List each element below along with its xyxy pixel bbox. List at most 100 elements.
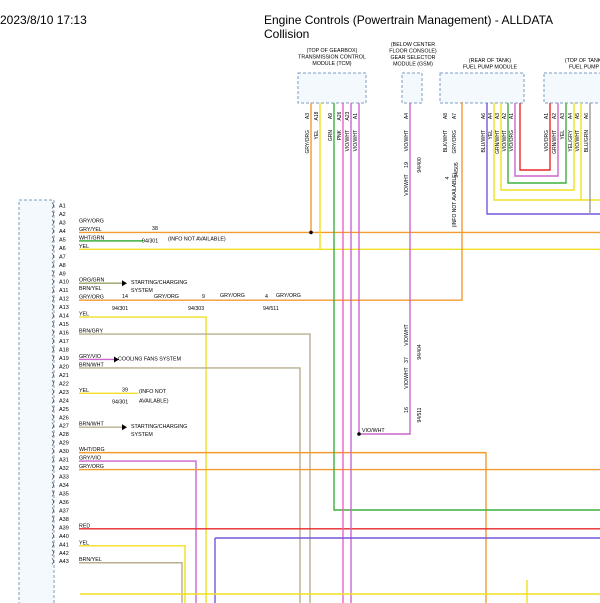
label-a12-mid: GRY/ORG [154,294,179,300]
gsm-module-box [401,72,423,104]
wiring-diagram: (TOP OF GEARBOX)TRANSMISSION CONTROLMODU… [18,42,600,603]
ref-a12-n3: 4 [265,294,268,300]
wire-label-a30: WHT/ORG [79,447,105,453]
fpm-pin: A4 [488,113,494,119]
fpm-pin: A6 [481,113,487,119]
note-starting-a27: STARTING/CHARGING [131,424,187,430]
splice-dot [357,432,361,436]
arrow-icon [122,424,127,431]
fpm2-pin: A1 [544,113,550,119]
module-label-line: FLOOR CONSOLE) [389,49,437,55]
wire-label-a4: GRY/YEL [79,227,102,233]
ref-a12-p3: 94/511 [263,306,279,312]
ref-gsm-top-num: 19 [404,162,410,168]
module-pin-labels: A3 GRY/ORG A18 YEL A9 GRN A26 PNK A23 VIO/WHT A1 VI… [305,111,590,154]
wire-gsm-a4 [359,103,411,435]
tcm-pin-color: VIO/WHT [353,130,359,151]
pin-label-a33: A33 [59,475,69,481]
ref-gsm-top-page: 94/400 [417,157,423,173]
tcm-pin: A26 [337,111,343,120]
fpm-pin-color: BLU/WHT [481,130,487,153]
tcm-pin-color: VIO/WHT [345,130,351,151]
wire-label-a16: BRN/GRY [79,329,104,335]
pin-label-a40: A40 [59,534,69,540]
fuel-pump-module-box [439,72,525,104]
pin-label-a17: A17 [59,339,69,345]
ref-fpm-num: 4 [445,176,451,179]
gsm-pin: A4 [404,113,410,119]
module-label-line: (TOP OF GEARBOX) [307,48,358,54]
pin-label-a35: A35 [59,491,69,497]
pin-label-a4: A4 [59,229,66,235]
pin-label-a3: A3 [59,220,66,226]
fuel-pump-top-label: (TOP OF TANK)FUEL PUMP [565,58,600,71]
tcm-pin-color: YEL [314,130,320,140]
fpm2-pin-color: VIO/WHT [575,130,581,151]
note-a5: (INFO NOT AVAILABLE) [168,236,226,242]
note-info-vertical: (INFO NOT AVAILABLE) [452,172,458,227]
ref-gsm-bot-num: 16 [404,407,410,413]
label-vio-wht: VIO/WHT [362,428,385,434]
ref-gsm-mid-page: 94/404 [417,344,423,360]
pin-label-a34: A34 [59,483,69,489]
pin-label-a8: A8 [59,263,66,269]
fpm-pin: A1 [509,113,515,119]
pin-label-a30: A30 [59,449,69,455]
pin-label-a43: A43 [59,559,69,565]
fpm2-pin-color: VIO/ORG [544,130,550,152]
wire-label-a32: GRY/ORG [79,464,104,470]
fpm-pin: A7 [452,113,458,119]
fpm2-pin-color: BLU/GRN [584,130,590,153]
label-a12-right-2: GRY/ORG [276,293,301,299]
note-cooling: COOLING FANS SYSTEM [118,356,181,362]
wire-a31-gry-vio [79,460,197,603]
fpm2-pin: A3 [560,113,566,119]
pin-label-a25: A25 [59,407,69,413]
module-label-line: MODULE (TCM) [312,61,351,67]
fpm-pin-color: BLK/WHT [443,130,449,152]
tcm-pin: A3 [305,113,311,119]
wire-label-a43: BRN/YEL [79,557,102,563]
fpm-pin: A3 [495,113,501,119]
fpm-pin: A2 [502,113,508,119]
pin-label-a31: A31 [59,458,69,464]
pin-label-a32: A32 [59,466,69,472]
module-label-line: FUEL PUMP [569,65,600,71]
annotations: 38 94/301 (INFO NOT AVAILABLE) STARTING/CHA… [112,157,460,438]
pin-label-a14: A14 [59,314,69,320]
tcm-pin-color: GRN [328,130,334,142]
pin-label-a9: A9 [59,271,66,277]
tcm-pin: A23 [345,111,351,120]
pin-label-a19: A19 [59,356,69,362]
tcm-pin: A18 [314,111,320,120]
wire-label-a14: YEL [79,312,89,318]
wire-label-a6: YEL [79,244,89,250]
note-starting-a10: STARTING/CHARGING [131,280,187,286]
module-label-line: MODULE (GSM) [393,62,433,68]
pin-label-a15: A15 [59,322,69,328]
module-label-line: (BELOW CENTER [391,42,435,48]
wire-label-a20: BRN/WHT [79,362,104,368]
module-label-line: FUEL PUMP MODULE [463,65,518,71]
note-starting-a27-2: SYSTEM [131,432,153,438]
tcm-pin-color: PNK [337,129,343,140]
ref-gsm-bot-page: 94/511 [417,407,423,422]
fpm2-pin: A4 [568,113,574,119]
fpm2-pin: A5 [575,113,581,119]
pin-label-a23: A23 [59,390,69,396]
fpm-pin-color: GRN/WHT [495,130,501,154]
label-gsm-vio-wht-3: VIO/WHT [404,174,410,195]
pin-label-a1: A1 [59,204,66,210]
wire-a43-brn-yel [79,562,183,603]
tcm-label: (TOP OF GEARBOX)TRANSMISSION CONTROLMODU… [298,48,366,67]
tcm-pin-color: GRY/ORG [305,130,311,154]
wire-color-labels: GRY/ORG GRY/YEL WHT/GRN YEL ORG/GRN BRN/YEL GR… [79,218,105,563]
ref-a12-n1: 14 [122,294,128,300]
ecm-pin-list: A1 A2 A3 A4 A5 A6 A7 A8 A9 A10 A11 A12 A13 A14 A15 A16 A… [51,202,69,565]
fpm2-pin-color: YEL/GRY [568,129,574,151]
pin-label-a20: A20 [59,364,69,370]
pin-label-a13: A13 [59,305,69,311]
module-label-line: (REAR OF TANK) [469,58,511,64]
pin-label-a29: A29 [59,441,69,447]
tcm-pin: A9 [328,113,334,119]
